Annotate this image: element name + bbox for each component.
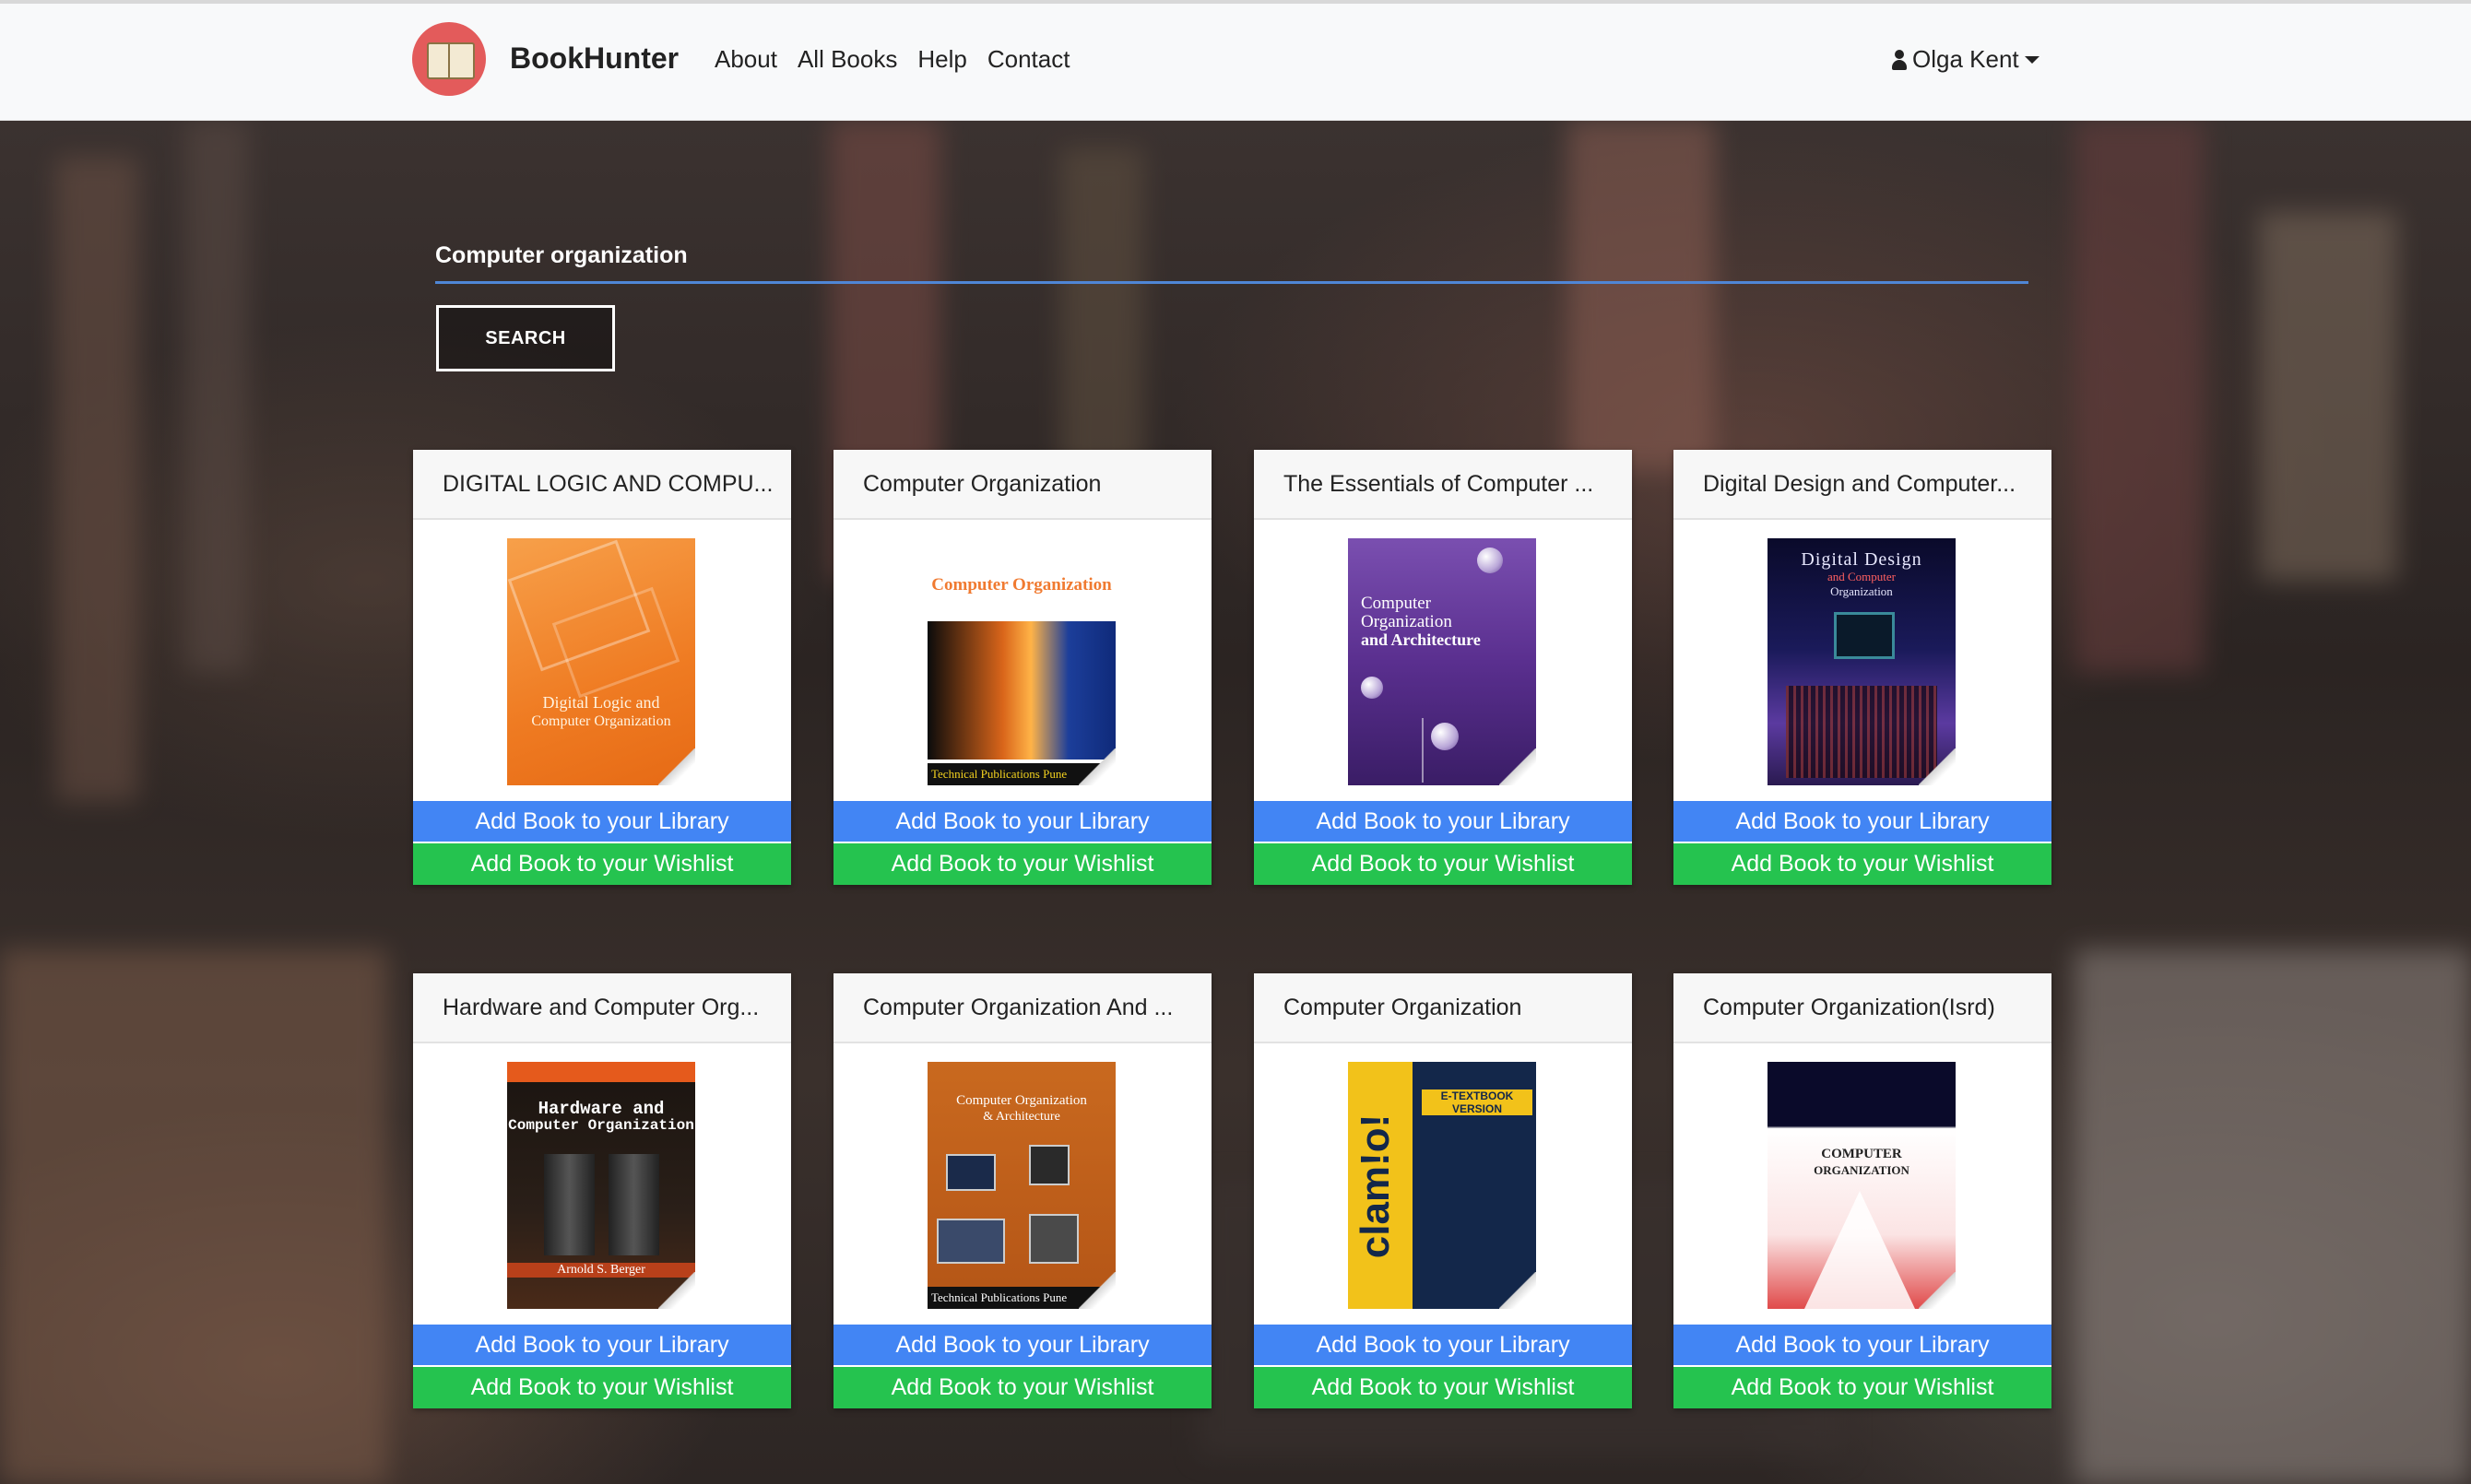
book-cover[interactable]: clam!o! E-TEXTBOOK VERSION: [1348, 1062, 1536, 1309]
nav-link-help[interactable]: Help: [917, 45, 966, 74]
add-to-wishlist-button[interactable]: Add Book to your Wishlist: [1254, 843, 1632, 885]
nav-link-about[interactable]: About: [715, 45, 777, 74]
user-menu[interactable]: Olga Kent: [1890, 45, 2039, 74]
book-card: Computer Organization(Isrd) COMPUTER ORG…: [1673, 973, 2051, 1408]
brand-name[interactable]: BookHunter: [510, 41, 679, 76]
bookshelf-background: [0, 120, 2471, 1484]
user-name: Olga Kent: [1912, 45, 2019, 73]
book-cover[interactable]: Digital Design and Computer Organization: [1768, 538, 1956, 785]
book-card: Computer Organization Computer Organizat…: [834, 450, 1212, 885]
book-title[interactable]: Hardware and Computer Org...: [413, 973, 791, 1043]
book-cover[interactable]: Computer Organization & Architecture Tec…: [928, 1062, 1116, 1309]
book-cover[interactable]: Hardware and Computer Organization Arnol…: [507, 1062, 695, 1309]
search-button[interactable]: SEARCH: [436, 305, 615, 371]
book-card: DIGITAL LOGIC AND COMPU... Digital Logic…: [413, 450, 791, 885]
add-to-library-button[interactable]: Add Book to your Library: [413, 1325, 791, 1365]
nav-link-all-books[interactable]: All Books: [798, 45, 897, 74]
book-title[interactable]: Computer Organization: [1254, 973, 1632, 1043]
book-card: Computer Organization clam!o! E-TEXTBOOK…: [1254, 973, 1632, 1408]
add-to-library-button[interactable]: Add Book to your Library: [413, 801, 791, 842]
add-to-library-button[interactable]: Add Book to your Library: [834, 1325, 1212, 1365]
book-cover[interactable]: Computer Organization Technical Publicat…: [928, 538, 1116, 785]
book-title[interactable]: Computer Organization(Isrd): [1673, 973, 2051, 1043]
book-cover[interactable]: Digital Logic and Computer Organization: [507, 538, 695, 785]
book-title[interactable]: Computer Organization: [834, 450, 1212, 520]
book-card: Computer Organization And ... Computer O…: [834, 973, 1212, 1408]
navbar: BookHunter About All Books Help Contact …: [0, 4, 2471, 121]
add-to-wishlist-button[interactable]: Add Book to your Wishlist: [1673, 1367, 2051, 1408]
book-title[interactable]: Digital Design and Computer...: [1673, 450, 2051, 520]
add-to-wishlist-button[interactable]: Add Book to your Wishlist: [834, 843, 1212, 885]
book-title[interactable]: Computer Organization And ...: [834, 973, 1212, 1043]
nav-link-contact[interactable]: Contact: [987, 45, 1070, 74]
add-to-wishlist-button[interactable]: Add Book to your Wishlist: [413, 1367, 791, 1408]
add-to-wishlist-button[interactable]: Add Book to your Wishlist: [1673, 843, 2051, 885]
user-icon: [1890, 49, 1909, 71]
add-to-library-button[interactable]: Add Book to your Library: [1673, 1325, 2051, 1365]
book-logo-icon[interactable]: [412, 22, 486, 96]
book-cover[interactable]: Computer Organization and Architecture: [1348, 538, 1536, 785]
add-to-wishlist-button[interactable]: Add Book to your Wishlist: [413, 843, 791, 885]
add-to-library-button[interactable]: Add Book to your Library: [1673, 801, 2051, 842]
book-card: Digital Design and Computer... Digital D…: [1673, 450, 2051, 885]
add-to-library-button[interactable]: Add Book to your Library: [1254, 801, 1632, 842]
caret-down-icon: [2024, 55, 2039, 64]
book-card: The Essentials of Computer ... Computer …: [1254, 450, 1632, 885]
book-title[interactable]: DIGITAL LOGIC AND COMPU...: [413, 450, 791, 520]
book-card: Hardware and Computer Org... Hardware an…: [413, 973, 791, 1408]
book-title[interactable]: The Essentials of Computer ...: [1254, 450, 1632, 520]
add-to-library-button[interactable]: Add Book to your Library: [1254, 1325, 1632, 1365]
search-input[interactable]: [435, 230, 2028, 284]
add-to-wishlist-button[interactable]: Add Book to your Wishlist: [1254, 1367, 1632, 1408]
book-cover[interactable]: COMPUTER ORGANIZATION: [1768, 1062, 1956, 1309]
add-to-wishlist-button[interactable]: Add Book to your Wishlist: [834, 1367, 1212, 1408]
add-to-library-button[interactable]: Add Book to your Library: [834, 801, 1212, 842]
nav-links: About All Books Help Contact: [715, 45, 1090, 74]
